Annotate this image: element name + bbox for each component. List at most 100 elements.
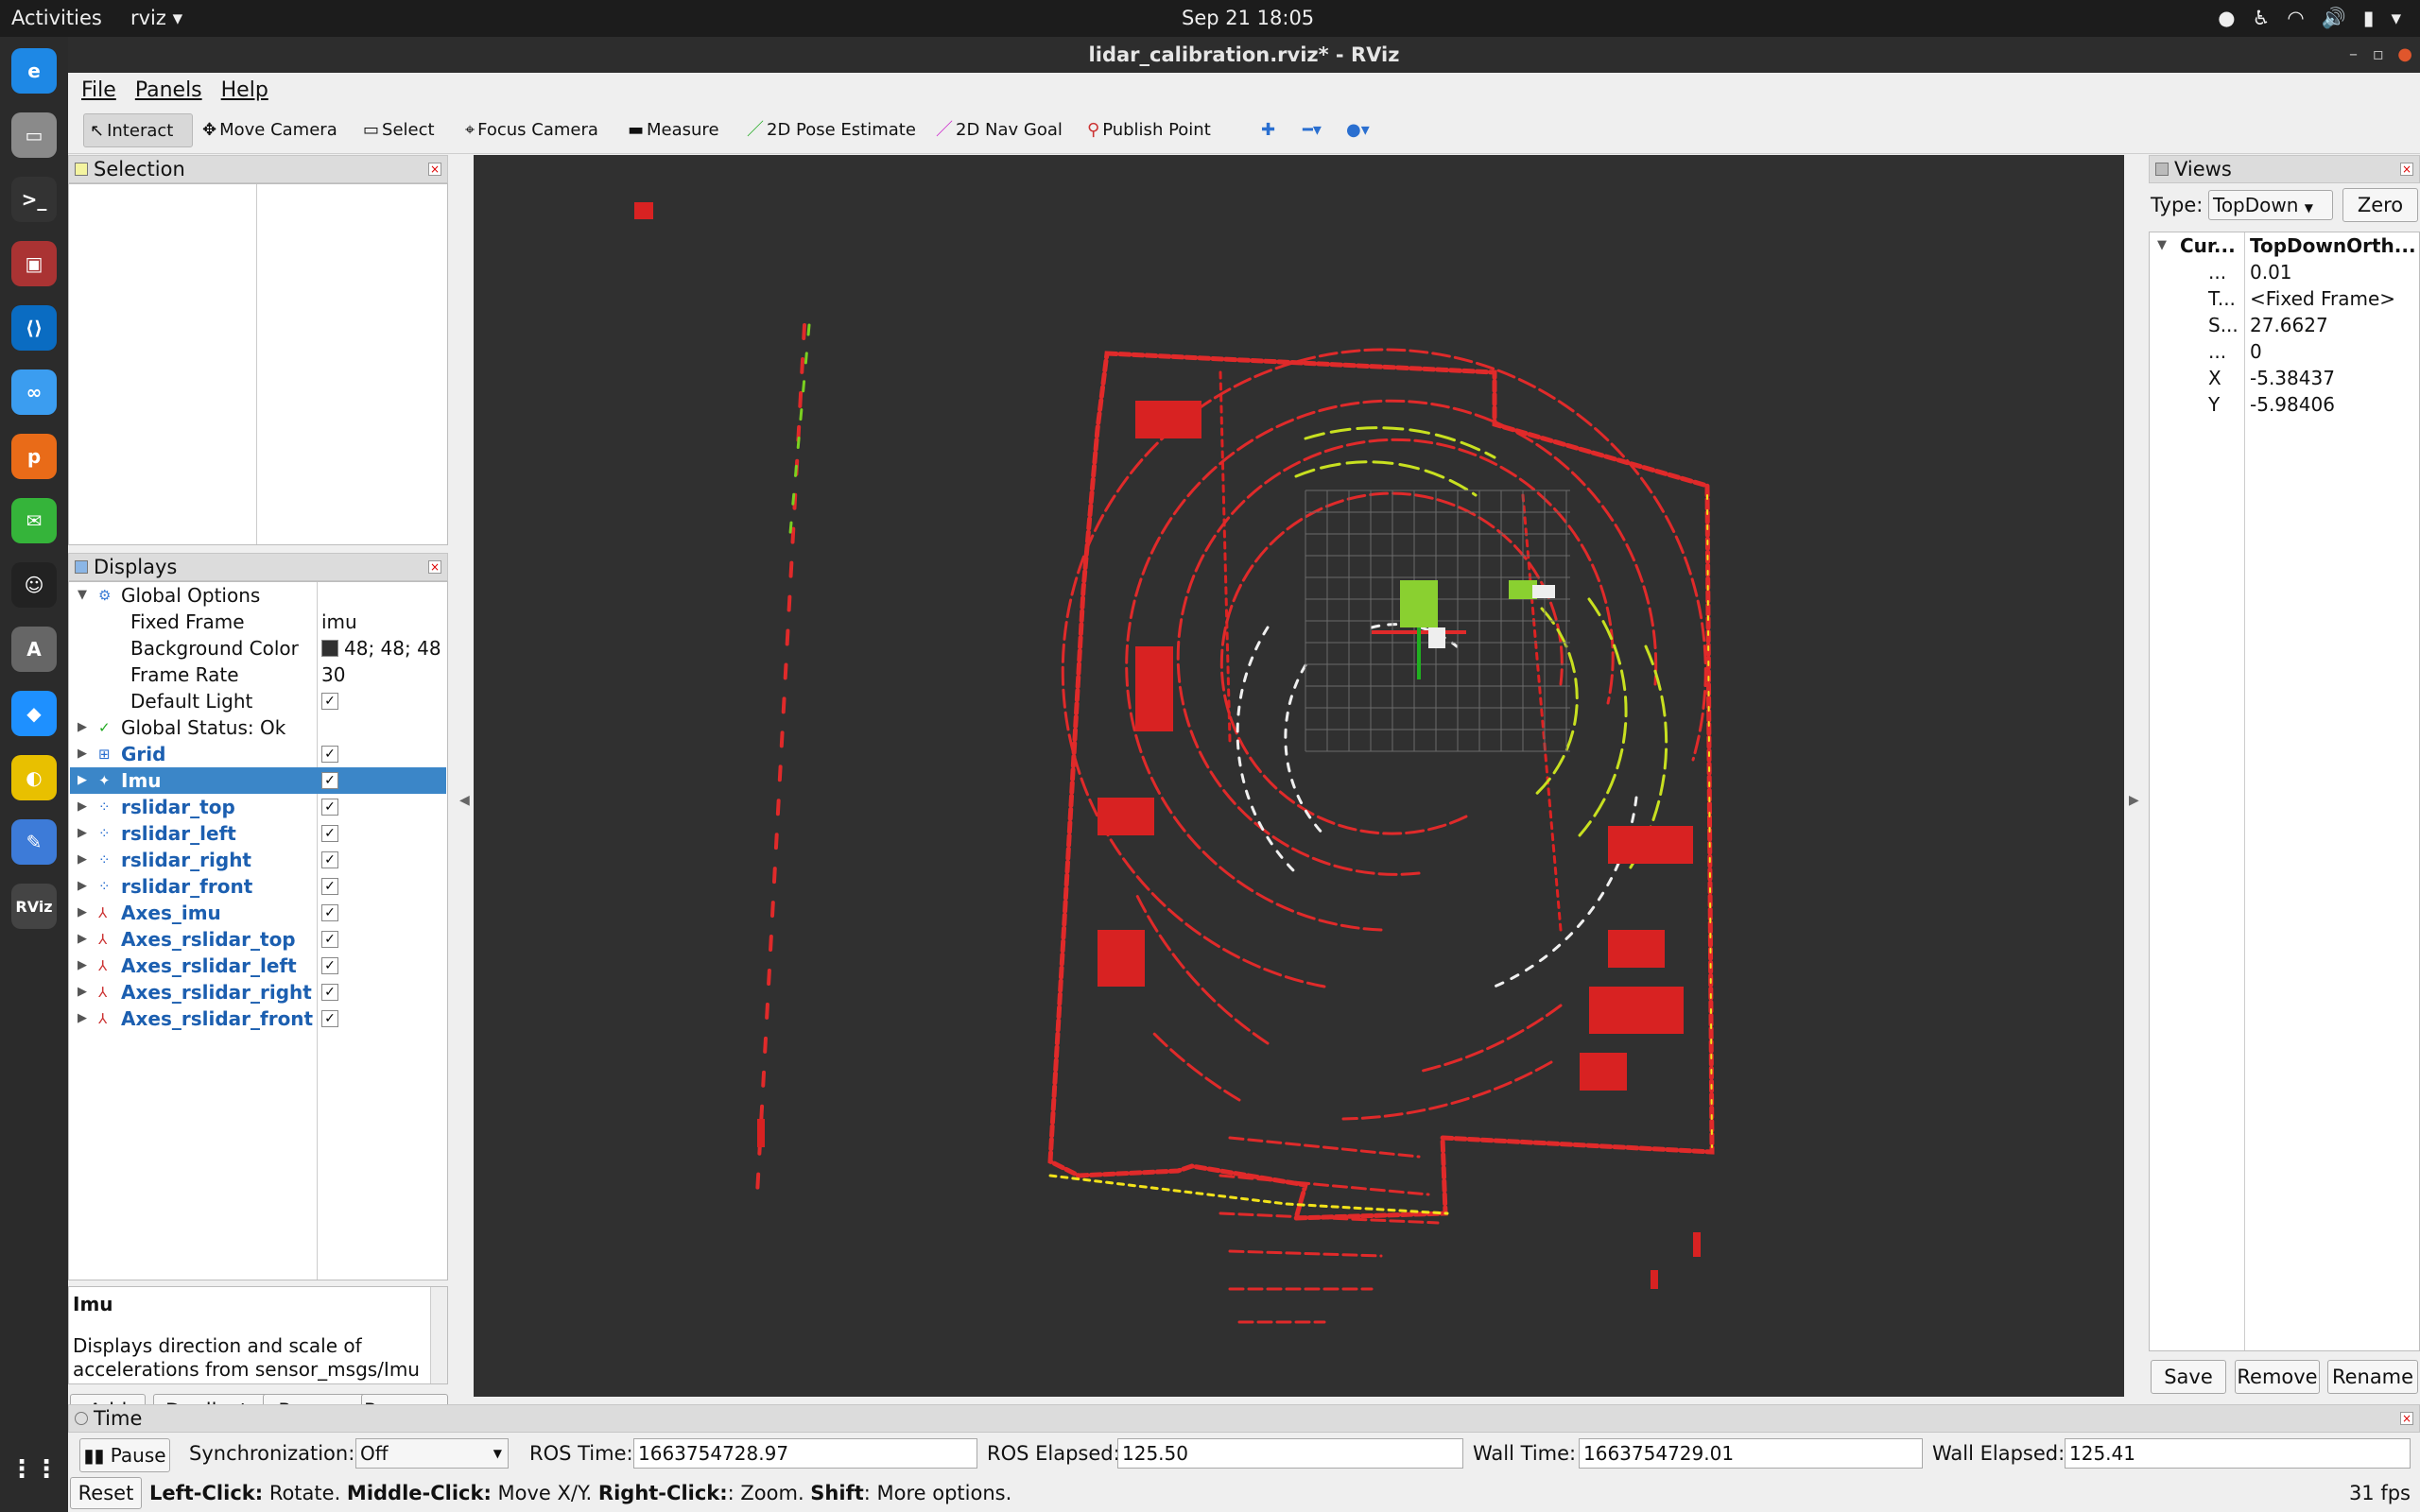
view-prop-row[interactable]: ... 0 (2150, 338, 2419, 365)
software-updater-icon[interactable]: A (11, 627, 57, 672)
publish-point-tool-button[interactable]: ⚲ Publish Point (1081, 113, 1217, 147)
collapsed-arrow-icon[interactable]: ▶ (78, 926, 87, 953)
battery-icon[interactable]: ▮ (2363, 7, 2375, 30)
close-panel-icon[interactable]: × (428, 560, 441, 574)
tree-row-axes-rslidar-right[interactable]: ▶ ⅄ Axes_rslidar_right ✓ (70, 979, 446, 1005)
menu-help[interactable]: Help (221, 78, 268, 102)
volume-icon[interactable]: 🔊 (2322, 7, 2346, 30)
tree-row-global-status[interactable]: ▶ ✓ Global Status: Ok (70, 714, 446, 741)
tree-row-axes-imu[interactable]: ▶ ⅄ Axes_imu ✓ (70, 900, 446, 926)
tree-row-rslidar-top[interactable]: ▶ ⁘ rslidar_top ✓ (70, 794, 446, 820)
display-checkbox[interactable]: ✓ (321, 746, 338, 763)
display-checkbox[interactable]: ✓ (321, 957, 338, 974)
collapsed-arrow-icon[interactable]: ▶ (78, 847, 87, 873)
minimize-icon[interactable]: – (2349, 37, 2358, 73)
focus-camera-tool-button[interactable]: ⌖ Focus Camera (459, 113, 604, 147)
add-tool-icon[interactable]: ✚ (1255, 113, 1281, 147)
prop-value[interactable]: -5.98406 (2250, 391, 2335, 418)
prop-value[interactable]: 0 (2250, 338, 2262, 365)
rename-view-button[interactable]: Rename (2327, 1360, 2418, 1394)
pause-button[interactable]: ▮▮ Pause (79, 1438, 170, 1472)
feishu-icon[interactable]: ◆ (11, 691, 57, 736)
prop-value[interactable]: 27.6627 (2250, 312, 2328, 338)
view-prop-row[interactable]: S... 27.6627 (2150, 312, 2419, 338)
tree-row-axes-rslidar-front[interactable]: ▶ ⅄ Axes_rslidar_front ✓ (70, 1005, 446, 1032)
monitor-app-icon[interactable]: ▣ (11, 241, 57, 286)
save-view-button[interactable]: Save (2151, 1360, 2226, 1394)
notification-icon[interactable]: ● (2218, 7, 2235, 30)
display-checkbox[interactable]: ✓ (321, 931, 338, 948)
remove-tool-icon[interactable]: ━▾ (1297, 113, 1327, 147)
collapse-right-handle[interactable]: ▶ (2129, 793, 2139, 808)
tool-properties-icon[interactable]: ●▾ (1340, 113, 1375, 147)
collapsed-arrow-icon[interactable]: ▶ (78, 953, 87, 979)
qq-icon[interactable]: ☺ (11, 562, 57, 608)
tree-row-grid[interactable]: ▶ ⊞ Grid ✓ (70, 741, 446, 767)
chat-app-icon[interactable]: ◐ (11, 755, 57, 800)
accessibility-icon[interactable]: ♿ (2253, 7, 2271, 30)
app-menu[interactable]: rviz ▾ (130, 7, 182, 29)
show-applications-icon[interactable]: ⋮⋮ (9, 1447, 59, 1492)
display-checkbox[interactable]: ✓ (321, 904, 338, 921)
close-panel-icon[interactable]: × (2400, 1412, 2413, 1425)
prop-value[interactable]: <Fixed Frame> (2250, 285, 2395, 312)
presentation-app-icon[interactable]: p (11, 434, 57, 479)
files-icon[interactable]: ▭ (11, 112, 57, 158)
baidu-netdisk-icon[interactable]: ∞ (11, 369, 57, 415)
nav-goal-tool-button[interactable]: ／ 2D Nav Goal (930, 113, 1068, 147)
tree-row-axes-rslidar-left[interactable]: ▶ ⅄ Axes_rslidar_left ✓ (70, 953, 446, 979)
tree-row-imu[interactable]: ▶ ✦ Imu ✓ (70, 767, 446, 794)
current-view-row[interactable]: ▼ Cur... TopDownOrth... (2150, 232, 2419, 259)
display-checkbox[interactable]: ✓ (321, 825, 338, 842)
collapsed-arrow-icon[interactable]: ▶ (78, 873, 87, 900)
collapsed-arrow-icon[interactable]: ▶ (78, 979, 87, 1005)
wechat-icon[interactable]: ✉ (11, 498, 57, 543)
display-checkbox[interactable]: ✓ (321, 984, 338, 1001)
collapsed-arrow-icon[interactable]: ▶ (78, 900, 87, 926)
tree-row-fixed-frame[interactable]: Fixed Frame imu (70, 609, 446, 635)
terminal-icon[interactable]: >_ (11, 177, 57, 222)
default-light-checkbox[interactable]: ✓ (321, 693, 338, 710)
tree-row-rslidar-left[interactable]: ▶ ⁘ rslidar_left ✓ (70, 820, 446, 847)
collapse-left-handle[interactable]: ◀ (459, 793, 470, 808)
view-prop-row[interactable]: ... 0.01 (2150, 259, 2419, 285)
maximize-icon[interactable]: ▫ (2373, 37, 2384, 73)
selection-panel[interactable] (68, 183, 448, 545)
view-type-select[interactable]: TopDown ▼ (2208, 190, 2333, 220)
tree-row-rslidar-front[interactable]: ▶ ⁘ rslidar_front ✓ (70, 873, 446, 900)
wall-time-field[interactable]: 1663754729.01 (1579, 1438, 1923, 1469)
tree-row-frame-rate[interactable]: Frame Rate 30 (70, 662, 446, 688)
description-scrollbar[interactable] (430, 1287, 447, 1383)
select-tool-button[interactable]: ▭ Select (357, 113, 441, 147)
view-prop-row[interactable]: X -5.38437 (2150, 365, 2419, 391)
power-menu-icon[interactable]: ▾ (2391, 7, 2401, 30)
wifi-icon[interactable]: ◠ (2287, 7, 2304, 30)
displays-tree[interactable]: ▼ ⚙ Global Options Fixed Frame imu Backgrou… (68, 581, 448, 1280)
display-checkbox[interactable]: ✓ (321, 851, 338, 868)
tree-row-global-options[interactable]: ▼ ⚙ Global Options (70, 582, 446, 609)
color-swatch[interactable] (321, 640, 338, 657)
view-prop-row[interactable]: T... <Fixed Frame> (2150, 285, 2419, 312)
sync-select[interactable]: Off ▼ (355, 1438, 509, 1469)
view-prop-row[interactable]: Y -5.98406 (2150, 391, 2419, 418)
measure-tool-button[interactable]: ▬ Measure (622, 113, 725, 147)
display-checkbox[interactable]: ✓ (321, 772, 338, 789)
wall-elapsed-field[interactable]: 125.41 (2065, 1438, 2411, 1469)
pose-estimate-tool-button[interactable]: ／ 2D Pose Estimate (741, 113, 922, 147)
close-panel-icon[interactable]: × (428, 163, 441, 176)
render-viewport[interactable] (474, 155, 2124, 1397)
text-editor-icon[interactable]: ✎ (11, 819, 57, 865)
reset-button[interactable]: Reset (70, 1477, 142, 1509)
display-checkbox[interactable]: ✓ (321, 799, 338, 816)
frame-rate-value[interactable]: 30 (321, 662, 345, 688)
tree-row-rslidar-right[interactable]: ▶ ⁘ rslidar_right ✓ (70, 847, 446, 873)
collapsed-arrow-icon[interactable]: ▶ (78, 741, 87, 767)
display-checkbox[interactable]: ✓ (321, 878, 338, 895)
collapsed-arrow-icon[interactable]: ▶ (78, 1005, 87, 1032)
tree-row-background-color[interactable]: Background Color 48; 48; 48 (70, 635, 446, 662)
edge-browser-icon[interactable]: e (11, 48, 57, 94)
close-icon[interactable]: ● (2397, 37, 2412, 73)
move-camera-tool-button[interactable]: ✥ Move Camera (197, 113, 343, 147)
zero-view-button[interactable]: Zero (2342, 188, 2418, 222)
clock[interactable]: Sep 21 18:05 (1182, 7, 1314, 29)
